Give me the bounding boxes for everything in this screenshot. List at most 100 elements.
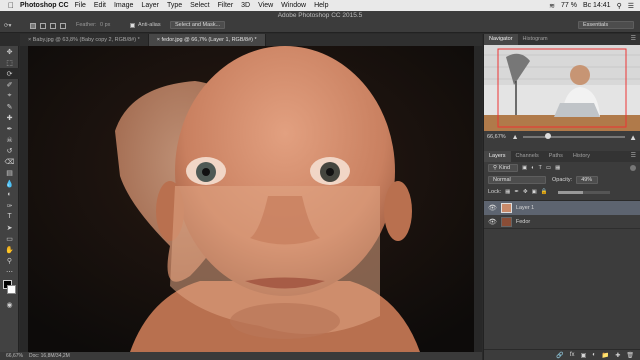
antialias-checkbox[interactable] xyxy=(130,23,135,28)
tab-histogram[interactable]: Histogram xyxy=(518,34,553,45)
tab-layers[interactable]: Layers xyxy=(484,151,511,162)
lock-artboard-icon[interactable]: ▣ xyxy=(532,189,537,195)
tab-baby[interactable]: × Baby.jpg @ 63,8% (Baby copy 2, RGB/8#)… xyxy=(20,34,149,46)
zoom-readout[interactable]: 66,67% xyxy=(6,353,23,359)
fx-icon[interactable]: fx xyxy=(570,352,575,358)
apple-icon[interactable]:  xyxy=(6,1,16,10)
quick-mask-icon[interactable]: ◉ xyxy=(0,299,19,310)
menu-file[interactable]: File xyxy=(75,2,86,9)
intersect-selection-icon[interactable] xyxy=(60,23,66,29)
tab-close-icon[interactable]: × xyxy=(157,37,160,43)
layer-name[interactable]: Layer 1 xyxy=(516,205,534,211)
adjustment-layer-icon[interactable]: ◐ xyxy=(592,352,596,358)
tab-history[interactable]: History xyxy=(568,151,595,162)
dodge-tool-icon[interactable]: ◐ xyxy=(0,189,19,200)
background-color[interactable] xyxy=(7,285,16,294)
menu-filter[interactable]: Filter xyxy=(218,2,234,9)
color-swatches[interactable] xyxy=(0,277,18,299)
doc-size[interactable]: Doc: 16,8M/34,2M xyxy=(29,353,70,359)
subtract-selection-icon[interactable] xyxy=(50,23,56,29)
menu-select[interactable]: Select xyxy=(190,2,209,9)
more-tools-icon[interactable]: ⋯ xyxy=(0,266,19,277)
marquee-tool-icon[interactable]: ⬚ xyxy=(0,57,19,68)
new-selection-icon[interactable] xyxy=(30,23,36,29)
workspace-switcher[interactable]: Essentials xyxy=(578,21,634,29)
menu-layer[interactable]: Layer xyxy=(141,2,159,9)
healing-brush-icon[interactable]: ✚ xyxy=(0,112,19,123)
menu-edit[interactable]: Edit xyxy=(94,2,106,9)
zoom-out-icon[interactable]: ▲ xyxy=(512,134,519,141)
zoom-in-icon[interactable]: ▲ xyxy=(629,133,637,142)
navigator-zoom-value[interactable]: 66,67% xyxy=(487,134,506,140)
type-tool-icon[interactable]: T xyxy=(0,211,19,222)
blend-mode-select[interactable]: Normal xyxy=(488,176,546,184)
move-tool-icon[interactable]: ✥ xyxy=(0,46,19,57)
eraser-tool-icon[interactable]: ⌫ xyxy=(0,156,19,167)
layer-row-layer1[interactable]: 👁 Layer 1 xyxy=(484,201,640,215)
visibility-eye-icon[interactable]: 👁 xyxy=(488,204,497,212)
menu-3d[interactable]: 3D xyxy=(241,2,250,9)
document-canvas[interactable] xyxy=(20,46,482,352)
lock-pixels-icon[interactable]: ✒ xyxy=(514,189,519,195)
tab-close-icon[interactable]: × xyxy=(28,37,31,43)
tab-paths[interactable]: Paths xyxy=(544,151,568,162)
shape-tool-icon[interactable]: ▭ xyxy=(0,233,19,244)
slider-knob[interactable] xyxy=(545,133,552,139)
menu-type[interactable]: Type xyxy=(167,2,182,9)
zoom-tool-icon[interactable]: ⚲ xyxy=(0,255,19,266)
link-layers-icon[interactable]: 🔗 xyxy=(556,352,563,359)
filter-pixel-icon[interactable]: ▣ xyxy=(522,165,527,171)
menu-image[interactable]: Image xyxy=(114,2,133,9)
new-group-icon[interactable]: 📁 xyxy=(602,352,609,359)
filter-smart-icon[interactable]: ▦ xyxy=(555,165,560,171)
feather-input[interactable]: 0 px xyxy=(100,22,110,28)
blur-tool-icon[interactable]: 💧 xyxy=(0,178,19,189)
quick-select-tool-icon[interactable]: ✐ xyxy=(0,79,19,90)
add-selection-icon[interactable] xyxy=(40,23,46,29)
new-layer-icon[interactable]: ✚ xyxy=(615,352,620,359)
filter-shape-icon[interactable]: ▭ xyxy=(546,165,551,171)
panel-menu-icon[interactable]: ☰ xyxy=(631,34,636,45)
hand-tool-icon[interactable]: ✋ xyxy=(0,244,19,255)
canvas-area[interactable] xyxy=(20,46,482,352)
eyedropper-tool-icon[interactable]: ✎ xyxy=(0,101,19,112)
tab-fedor[interactable]: × fedor.jpg @ 66,7% (Layer 1, RGB/8#) * xyxy=(148,34,266,46)
gradient-tool-icon[interactable]: ▤ xyxy=(0,167,19,178)
add-mask-icon[interactable]: ▣ xyxy=(581,352,587,359)
tab-channels[interactable]: Channels xyxy=(511,151,544,162)
notifications-icon[interactable]: ☰ xyxy=(628,2,634,10)
filter-adjust-icon[interactable]: ◐ xyxy=(531,165,534,171)
crop-tool-icon[interactable]: ⌖ xyxy=(0,90,19,101)
app-menu[interactable]: Photoshop CC xyxy=(20,2,69,9)
navigator-zoom-slider[interactable] xyxy=(522,133,626,139)
battery-status[interactable]: 77 % xyxy=(561,2,577,9)
lock-transparent-icon[interactable]: ▦ xyxy=(505,189,510,195)
layer-name[interactable]: Fedor xyxy=(516,219,530,225)
menu-window[interactable]: Window xyxy=(281,2,306,9)
layer-row-fedor[interactable]: 👁 Fedor xyxy=(484,215,640,229)
wifi-icon[interactable]: ≋ xyxy=(549,2,555,10)
delete-layer-icon[interactable]: 🗑 xyxy=(626,352,634,359)
history-brush-icon[interactable]: ↺ xyxy=(0,145,19,156)
lock-position-icon[interactable]: ✥ xyxy=(523,189,528,195)
tab-navigator[interactable]: Navigator xyxy=(484,34,518,45)
lock-all-icon[interactable]: 🔒 xyxy=(541,189,548,195)
pen-tool-icon[interactable]: ✑ xyxy=(0,200,19,211)
clone-stamp-icon[interactable]: ☠ xyxy=(0,134,19,145)
filter-toggle[interactable] xyxy=(630,165,636,171)
menu-help[interactable]: Help xyxy=(314,2,328,9)
brush-tool-icon[interactable]: ✒ xyxy=(0,123,19,134)
path-select-icon[interactable]: ➤ xyxy=(0,222,19,233)
spotlight-icon[interactable]: ⚲ xyxy=(617,2,622,10)
visibility-eye-icon[interactable]: 👁 xyxy=(488,218,497,226)
menu-view[interactable]: View xyxy=(258,2,273,9)
opacity-slider[interactable] xyxy=(557,190,610,194)
filter-type-icon[interactable]: T xyxy=(539,165,542,171)
select-and-mask-button[interactable]: Select and Mask... xyxy=(170,21,226,29)
lasso-tool-icon[interactable]: ⟳ xyxy=(0,68,19,79)
layers-menu-icon[interactable]: ☰ xyxy=(631,151,636,162)
lasso-tool-preset-icon[interactable]: ⟳▾ xyxy=(4,23,11,29)
opacity-input[interactable]: 49% xyxy=(576,176,599,184)
filter-kind-select[interactable]: ⚲ Kind xyxy=(488,164,518,172)
clock[interactable]: Вс 14:41 xyxy=(583,2,611,9)
